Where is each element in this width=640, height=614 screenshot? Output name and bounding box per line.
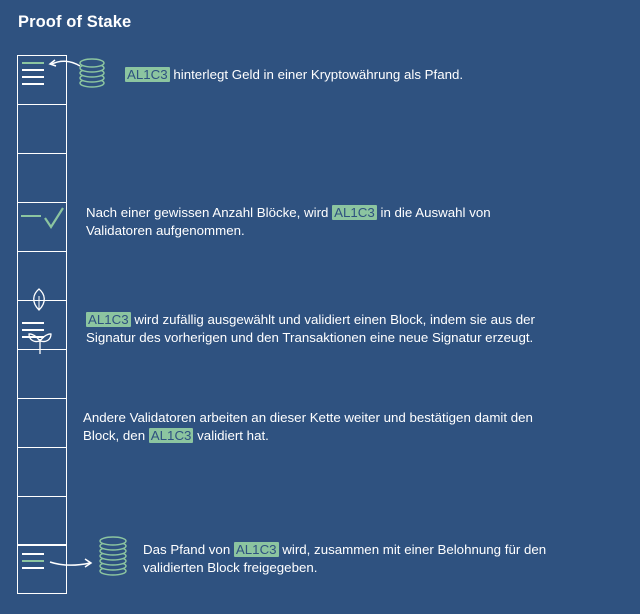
leaf-icon — [33, 288, 45, 311]
coin-stack-icon — [79, 58, 105, 88]
block-lines — [22, 62, 44, 90]
coin-stack-icon — [99, 536, 127, 576]
block-7 — [17, 349, 67, 399]
block-lines — [22, 553, 44, 574]
validator-tag: AL1C3 — [332, 205, 377, 220]
step-5-text: Das Pfand von AL1C3 wird, zusammen mit e… — [143, 542, 547, 575]
arrow-icon — [48, 59, 81, 67]
seedling-icon — [28, 333, 52, 354]
step-3-text: AL1C3 wird zufällig ausgewählt und valid… — [86, 312, 535, 345]
block-9 — [17, 447, 67, 497]
step-2-text: Nach einer gewissen Anzahl Blöcke, wird … — [86, 205, 491, 238]
step-4-text: Andere Validatoren arbeiten an dieser Ke… — [83, 410, 533, 443]
block-3 — [17, 153, 67, 203]
validator-tag: AL1C3 — [148, 428, 194, 443]
blockchain — [17, 55, 67, 594]
checkmark-icon — [44, 207, 64, 230]
pending-line — [21, 215, 41, 217]
block-10 — [17, 496, 67, 546]
step-1-text: AL1C3 hinterlegt Geld in einer Kryptowäh… — [125, 67, 464, 82]
arrow-icon — [49, 558, 93, 568]
block-8 — [17, 398, 67, 448]
validator-tag: AL1C3 — [233, 542, 279, 557]
block-2 — [17, 104, 67, 154]
page-title: Proof of Stake — [18, 13, 132, 31]
validator-tag: AL1C3 — [86, 312, 131, 327]
validator-tag: AL1C3 — [125, 67, 170, 82]
